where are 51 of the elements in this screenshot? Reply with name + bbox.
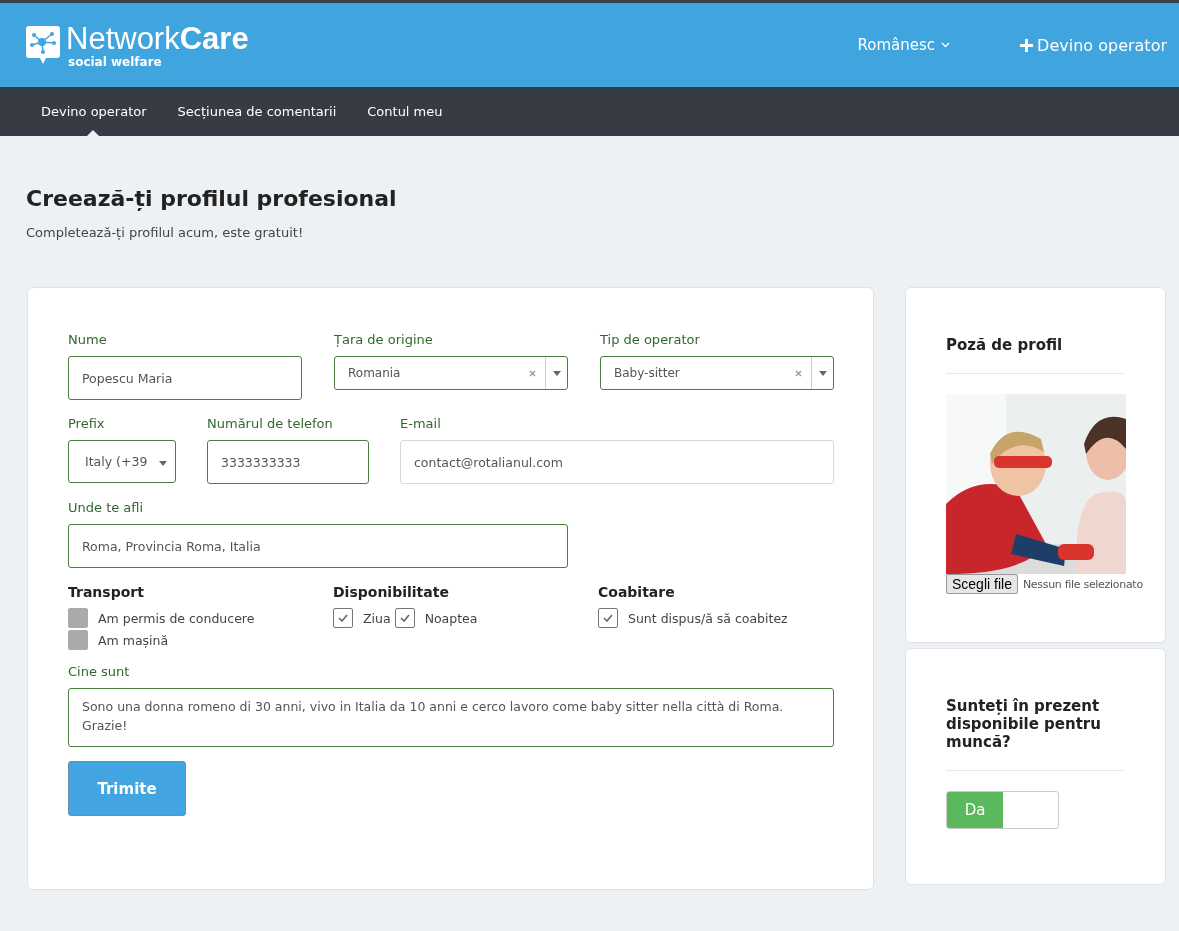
field-label: Numărul de telefon [207,416,334,431]
input-field[interactable]: Roma, Provincia Roma, Italia [68,524,568,568]
card-title: Sunteți în prezent disponibile pentru muncă? [946,697,1125,771]
field-label: Nume [68,332,108,347]
check-icon [399,614,410,622]
page-subtitle: Completează-ți profilul acum, este gratuit! [26,225,305,240]
input-field[interactable]: contact@rotalianul.com [400,440,834,484]
text-area[interactable]: Sono una donna romeno di 30 anni, vivo in Italia da 10 anni e cerco lavoro come baby sitter nella città di Roma. Grazie! [68,688,834,747]
dropdown-arrow-icon [159,461,167,466]
plus-icon [1020,38,1034,52]
field-label: E-mail [400,416,442,431]
group-title: Disponibilitate [333,584,450,600]
field-label: Tip de operator [600,332,701,347]
checkbox[interactable] [598,608,618,628]
check-icon [603,614,613,622]
select-field[interactable]: Baby-sitter [600,356,834,390]
brand-name: NetworkCare [66,22,249,54]
input-field[interactable]: Popescu Maria [68,356,302,400]
checkbox[interactable] [394,608,415,628]
checkbox[interactable] [68,608,88,628]
field-label: Unde te afli [68,500,145,515]
checkbox-label: Noaptea [424,610,478,626]
group-title: Transport [68,584,145,600]
clear-icon[interactable] [529,369,536,377]
checkbox-label: Am mașină [98,632,169,648]
checkbox[interactable] [333,608,353,628]
dropdown-arrow-icon [552,370,561,376]
logo-icon [26,26,60,64]
select-field[interactable]: Italy (+39 [68,440,176,483]
file-status: Nessun file selezionato [1022,577,1143,591]
dropdown-arrow-icon [818,370,827,376]
checkbox-label: Am permis de conducere [98,610,255,626]
page-title: Creează-ți profilul profesional [26,186,398,211]
checkbox-label: Ziua [363,610,391,626]
nav-tab[interactable]: Devino operator [41,87,147,136]
field-label: Cine sunt [68,664,131,679]
input-field[interactable]: 3333333333 [207,440,369,484]
group-title: Coabitare [598,584,676,600]
nav-tab[interactable]: Contul meu [367,87,443,136]
brand-tagline: social welfare [68,55,163,68]
nav-tab[interactable]: Secțiunea de comentarii [177,87,337,136]
clear-icon[interactable] [795,369,802,377]
checkbox-label: Sunt dispus/ă să coabitez [628,610,788,626]
field-label: Țara de origine [334,332,434,347]
chevron-down-icon [941,42,951,48]
checkbox[interactable] [68,630,88,650]
check-icon [338,614,348,622]
card-title: Poză de profil [946,336,1125,374]
select-field[interactable]: Romania [334,356,568,390]
choose-file-button[interactable]: Scegli file [946,574,1018,594]
field-label: Prefix [68,416,106,431]
